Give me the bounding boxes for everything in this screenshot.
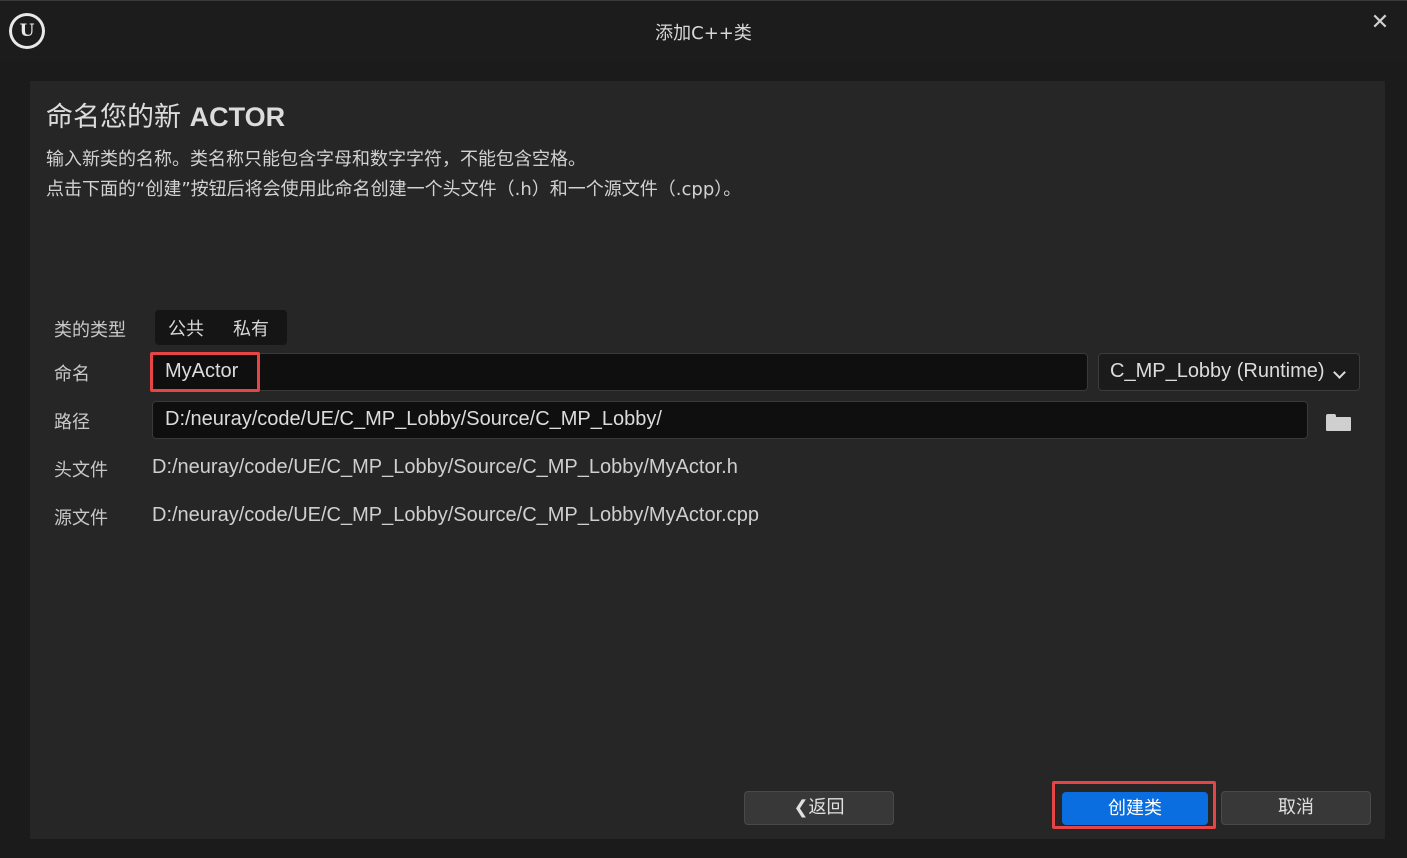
path-label: 路径 [54,412,90,433]
source-file-path: D:/neuray/code/UE/C_MP_Lobby/Source/C_MP… [152,504,759,526]
source-file-label: 源文件 [54,508,108,529]
window-title: 添加C++类 [655,23,752,44]
name-label: 命名 [54,364,90,385]
page-title-prefix: 命名您的新 [46,102,181,133]
class-type-private-option[interactable]: 私有 [233,315,269,341]
close-icon[interactable]: ✕ [1367,10,1393,36]
dialog-panel: 命名您的新 ACTOR 输入新类的名称。类名称只能包含字母和数字字符，不能包含空… [30,81,1385,839]
page-title: 命名您的新 ACTOR [46,95,285,134]
name-highlight-box [150,352,260,392]
description-line-1: 输入新类的名称。类名称只能包含字母和数字字符，不能包含空格。 [46,149,586,170]
class-type-toggle[interactable]: 公共 私有 [155,310,287,345]
header-file-path: D:/neuray/code/UE/C_MP_Lobby/Source/C_MP… [152,456,738,478]
create-class-button[interactable]: 创建类 [1062,792,1208,825]
path-input[interactable]: D:/neuray/code/UE/C_MP_Lobby/Source/C_MP… [152,401,1308,439]
chevron-down-icon [1333,366,1346,379]
description-line-2: 点击下面的“创建”按钮后将会使用此命名创建一个头文件（.h）和一个源文件（.cp… [46,179,742,200]
folder-icon[interactable] [1326,414,1351,431]
class-name-input[interactable]: MyActor [150,353,1088,391]
module-dropdown[interactable]: C_MP_Lobby (Runtime) [1098,353,1360,391]
cancel-button[interactable]: 取消 [1221,791,1371,825]
class-type-public-option[interactable]: 公共 [168,315,204,341]
path-value[interactable]: D:/neuray/code/UE/C_MP_Lobby/Source/C_MP… [165,408,662,431]
header-file-label: 头文件 [54,460,108,481]
folder-icon-body [1326,417,1351,431]
module-dropdown-value: C_MP_Lobby (Runtime) [1110,360,1325,382]
page-title-class: ACTOR [189,102,286,132]
title-bar: U 添加C++类 ✕ [0,0,1407,62]
class-type-label: 类的类型 [54,320,126,341]
back-button[interactable]: ❮返回 [744,791,894,825]
